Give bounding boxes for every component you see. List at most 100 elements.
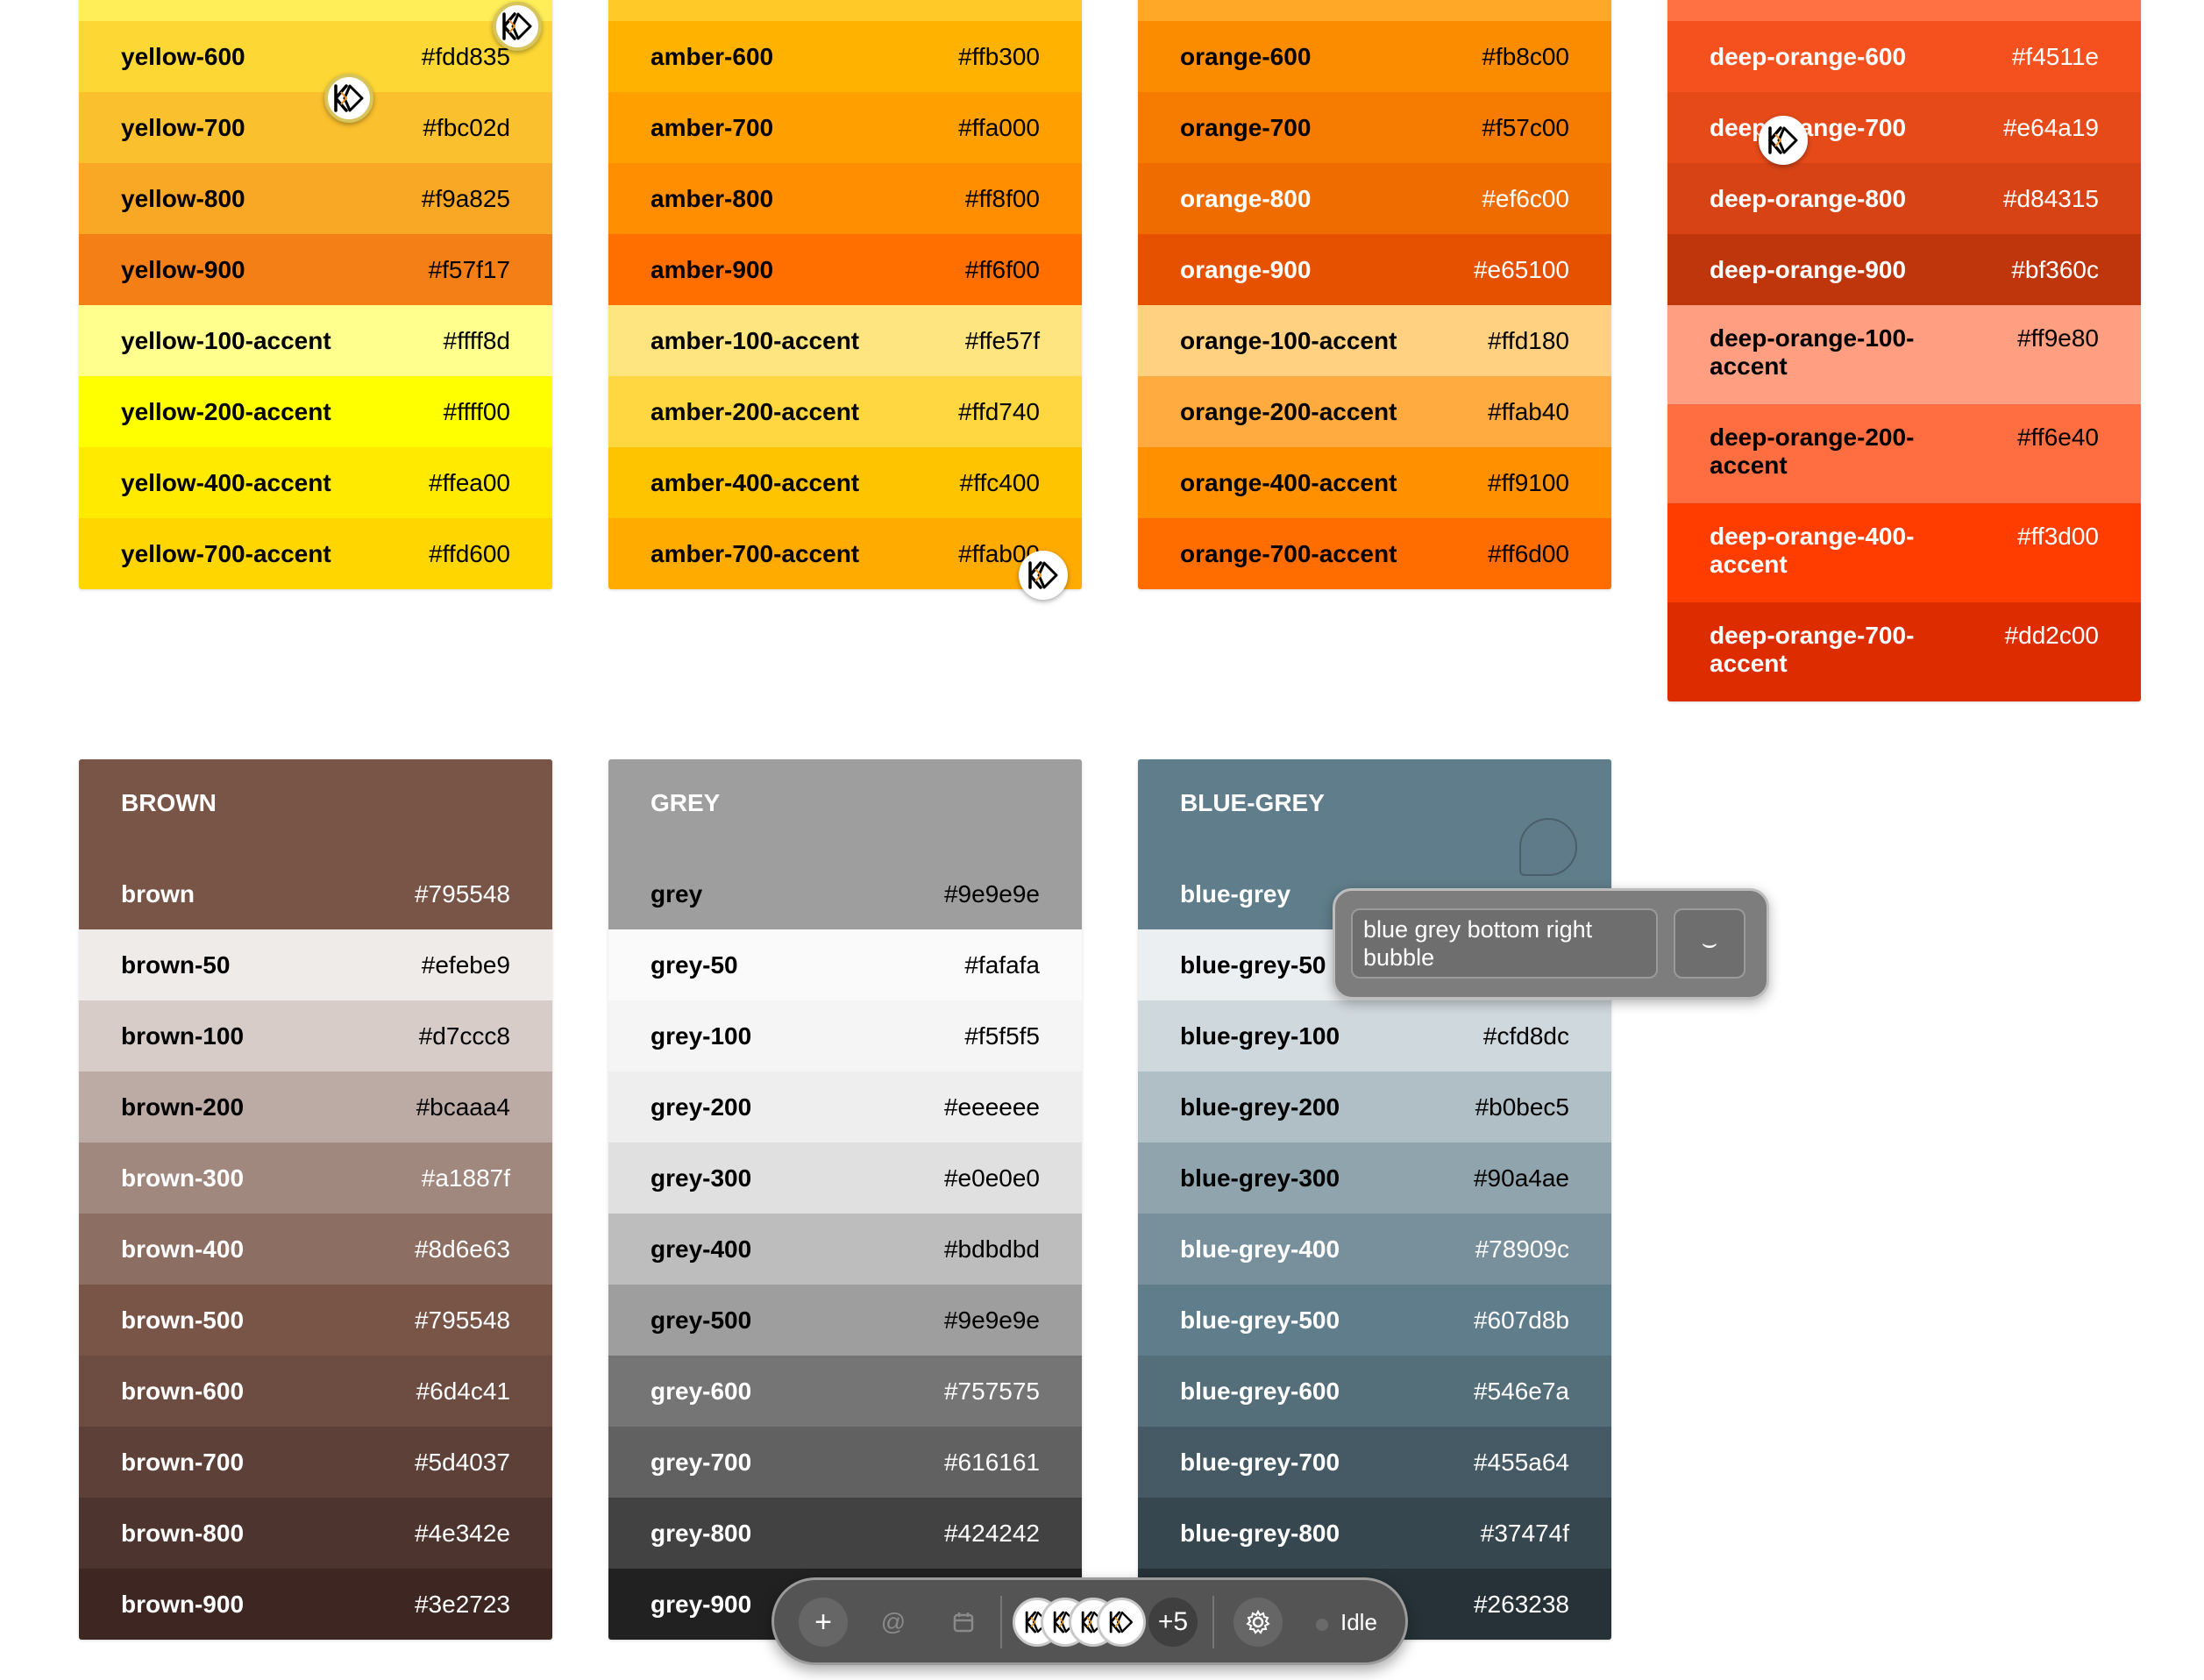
color-swatch-row[interactable]: deep-orange-700 #e64a19	[1667, 92, 2141, 163]
color-swatch-row[interactable]: amber-900 #ff6f00	[608, 234, 1082, 305]
color-swatch-row[interactable]: yellow-200-accent #ffff00	[79, 376, 552, 447]
color-swatch-row[interactable]: brown-50 #efebe9	[79, 929, 552, 1000]
color-swatch-row[interactable]: grey-100 #f5f5f5	[608, 1000, 1082, 1071]
color-swatch-row[interactable]: amber-800 #ff8f00	[608, 163, 1082, 234]
color-swatch-row[interactable]: deep-orange-600 #f4511e	[1667, 21, 2141, 92]
color-swatch-row[interactable]: brown-400 #8d6e63	[79, 1214, 552, 1285]
swatch-name: yellow-900	[121, 255, 245, 283]
swatch-hex: #ffd180	[1488, 326, 1569, 354]
color-swatch-row[interactable]: yellow-900 #f57f17	[79, 234, 552, 305]
color-swatch-row[interactable]: amber-200-accent #ffd740	[608, 376, 1082, 447]
swatch-name: deep-orange-400-accent	[1710, 523, 1915, 578]
color-swatch-row[interactable]	[1138, 0, 1611, 21]
color-swatch-row[interactable]: blue-grey-300 #90a4ae	[1138, 1143, 1611, 1214]
swatch-name: deep-orange-600	[1710, 42, 1907, 70]
gear-icon[interactable]	[1234, 1598, 1283, 1647]
color-swatch-row[interactable]: blue-grey-500 #607d8b	[1138, 1285, 1611, 1356]
color-swatch-row[interactable]: grey-50 #fafafa	[608, 929, 1082, 1000]
color-swatch-row[interactable]: orange-800 #ef6c00	[1138, 163, 1611, 234]
color-swatch-row[interactable]: blue-grey-800 #37474f	[1138, 1498, 1611, 1569]
swatch-hex: #6d4c41	[416, 1377, 510, 1405]
at-icon[interactable]: @	[869, 1598, 918, 1647]
collab-toolbar: + @ +5 Idle	[771, 1577, 1408, 1665]
color-swatch-row[interactable]: grey-500 #9e9e9e	[608, 1285, 1082, 1356]
swatch-name: deep-orange-700-accent	[1710, 622, 1915, 677]
color-swatch-row[interactable]: yellow-700 #fbc02d	[79, 92, 552, 163]
swatch-name: yellow-700-accent	[121, 539, 331, 567]
swatch-hex: #eeeeee	[943, 1093, 1040, 1121]
color-swatch-row[interactable]: deep-orange-200-accent #ff6e40	[1667, 404, 2141, 503]
swatch-hex: #ef6c00	[1482, 184, 1569, 212]
color-swatch-row[interactable]: brown-900 #3e2723	[79, 1569, 552, 1640]
swatch-hex: #263238	[1473, 1590, 1569, 1618]
swatch-name: yellow-800	[121, 184, 245, 212]
color-swatch-row[interactable]: brown-800 #4e342e	[79, 1498, 552, 1569]
swatch-hex: #ffe57f	[964, 326, 1040, 354]
swatch-name: orange-900	[1180, 255, 1312, 283]
swatch-hex: #3e2723	[414, 1590, 510, 1618]
color-swatch-row[interactable]: blue-grey-400 #78909c	[1138, 1214, 1611, 1285]
plus-icon[interactable]: +	[799, 1598, 848, 1647]
more-collaborators-badge[interactable]: +5	[1148, 1598, 1198, 1647]
comment-input[interactable]: blue grey bottom right bubble	[1351, 908, 1658, 979]
color-swatch-row[interactable]: yellow-600 #fdd835	[79, 21, 552, 92]
color-swatch-row[interactable]: orange-600 #fb8c00	[1138, 21, 1611, 92]
color-swatch-row[interactable]: orange-700-accent #ff6d00	[1138, 518, 1611, 589]
color-swatch-row[interactable]: amber-400-accent #ffc400	[608, 447, 1082, 518]
palette-column-brown: BROWN brown #795548 brown-50 #efebe9 brown-10…	[79, 759, 552, 1640]
color-swatch-row[interactable]: deep-orange-900 #bf360c	[1667, 234, 2141, 305]
color-swatch-row[interactable]: amber-600 #ffb300	[608, 21, 1082, 92]
color-swatch-row[interactable]: grey-600 #757575	[608, 1356, 1082, 1427]
color-swatch-row[interactable]: orange-700 #f57c00	[1138, 92, 1611, 163]
swatch-name: brown	[121, 879, 195, 908]
palette-column-amber: amber-600 #ffb300 amber-700 #ffa000 amber-80…	[608, 0, 1082, 589]
color-swatch-row[interactable]: brown-200 #bcaaa4	[79, 1071, 552, 1143]
color-swatch-row[interactable]: brown-100 #d7ccc8	[79, 1000, 552, 1071]
color-swatch-row[interactable]: yellow-400-accent #ffea00	[79, 447, 552, 518]
color-swatch-row[interactable]: grey #9e9e9e	[608, 858, 1082, 929]
color-swatch-row[interactable]: blue-grey-700 #455a64	[1138, 1427, 1611, 1498]
swatch-name: orange-200-accent	[1180, 397, 1397, 425]
color-swatch-row[interactable]: brown-600 #6d4c41	[79, 1356, 552, 1427]
color-swatch-row[interactable]: grey-200 #eeeeee	[608, 1071, 1082, 1143]
color-swatch-row[interactable]: orange-400-accent #ff9100	[1138, 447, 1611, 518]
color-swatch-row[interactable]: brown-300 #a1887f	[79, 1143, 552, 1214]
color-swatch-row[interactable]: orange-900 #e65100	[1138, 234, 1611, 305]
color-swatch-row[interactable]: deep-orange-800 #d84315	[1667, 163, 2141, 234]
avatar[interactable]	[1097, 1598, 1146, 1647]
color-swatch-row[interactable]: blue-grey-100 #cfd8dc	[1138, 1000, 1611, 1071]
color-swatch-row[interactable]: deep-orange-100-accent #ff9e80	[1667, 305, 2141, 404]
color-swatch-row[interactable]: yellow-700-accent #ffd600	[79, 518, 552, 589]
color-swatch-row[interactable]: orange-100-accent #ffd180	[1138, 305, 1611, 376]
color-swatch-row[interactable]	[1667, 0, 2141, 21]
swatch-hex: #424242	[943, 1519, 1040, 1547]
calendar-icon[interactable]	[939, 1598, 988, 1647]
color-swatch-row[interactable]: amber-100-accent #ffe57f	[608, 305, 1082, 376]
swatch-hex: #fafafa	[964, 950, 1040, 979]
color-swatch-row[interactable]: grey-300 #e0e0e0	[608, 1143, 1082, 1214]
swatch-hex: #d7ccc8	[418, 1022, 510, 1050]
color-swatch-row[interactable]: grey-800 #424242	[608, 1498, 1082, 1569]
color-swatch-row[interactable]: amber-700 #ffa000	[608, 92, 1082, 163]
comment-pin[interactable]	[1519, 818, 1577, 876]
color-swatch-row[interactable]: grey-700 #616161	[608, 1427, 1082, 1498]
color-swatch-row[interactable]: orange-200-accent #ffab40	[1138, 376, 1611, 447]
swatch-hex: #bdbdbd	[943, 1235, 1040, 1263]
swatch-name: amber-400-accent	[651, 468, 860, 496]
color-swatch-row[interactable]: blue-grey-200 #b0bec5	[1138, 1071, 1611, 1143]
color-swatch-row[interactable]	[79, 0, 552, 21]
color-swatch-row[interactable]: amber-700-accent #ffab00	[608, 518, 1082, 589]
color-swatch-row[interactable]: brown-700 #5d4037	[79, 1427, 552, 1498]
color-swatch-row[interactable]: grey-400 #bdbdbd	[608, 1214, 1082, 1285]
swatch-name: deep-orange-200-accent	[1710, 424, 1915, 479]
color-swatch-row[interactable]: brown #795548	[79, 858, 552, 929]
color-swatch-row[interactable]: deep-orange-400-accent #ff3d00	[1667, 503, 2141, 602]
swatch-hex: #757575	[943, 1377, 1040, 1405]
color-swatch-row[interactable]: blue-grey-600 #546e7a	[1138, 1356, 1611, 1427]
color-swatch-row[interactable]	[608, 0, 1082, 21]
smile-icon[interactable]: ⌣	[1674, 908, 1745, 979]
color-swatch-row[interactable]: deep-orange-700-accent #dd2c00	[1667, 602, 2141, 701]
color-swatch-row[interactable]: brown-500 #795548	[79, 1285, 552, 1356]
color-swatch-row[interactable]: yellow-800 #f9a825	[79, 163, 552, 234]
color-swatch-row[interactable]: yellow-100-accent #ffff8d	[79, 305, 552, 376]
